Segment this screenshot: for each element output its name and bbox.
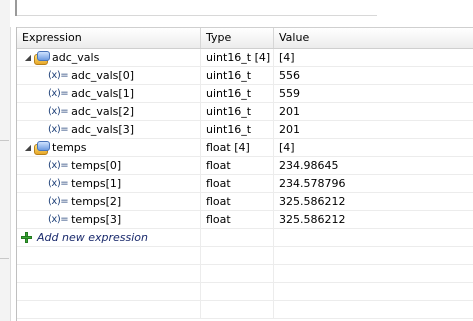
expression-name[interactable]: adc_vals[1] <box>71 85 134 102</box>
expression-name[interactable]: temps[2] <box>71 193 121 210</box>
value-cell[interactable]: 234.98645 <box>274 157 473 174</box>
expression-cell[interactable]: ◢ temps <box>17 139 201 156</box>
empty-cell <box>17 247 201 264</box>
tree-row-array[interactable]: ◢ adc_vals uint16_t [4] [4] <box>17 49 473 67</box>
empty-table-row <box>17 283 473 301</box>
left-panel-edge <box>0 0 11 321</box>
tree-row-element[interactable]: (x)= adc_vals[3] uint16_t 201 <box>17 121 473 139</box>
add-expression-label[interactable]: Add new expression <box>37 229 148 246</box>
empty-cell <box>274 247 473 264</box>
expression-name[interactable]: adc_vals[0] <box>71 67 134 84</box>
variable-element-icon: (x)= <box>48 88 69 99</box>
value-cell[interactable]: 201 <box>274 121 473 138</box>
empty-cell <box>17 265 201 282</box>
empty-cell <box>201 283 274 300</box>
variable-element-icon: (x)= <box>48 160 69 171</box>
type-cell: uint16_t <box>201 85 274 102</box>
empty-cell <box>17 301 201 318</box>
tree-row-element[interactable]: (x)= temps[2] float 325.586212 <box>17 193 473 211</box>
value-cell[interactable]: 559 <box>274 85 473 102</box>
expression-cell[interactable]: (x)= temps[2] <box>17 193 201 210</box>
expression-name[interactable]: adc_vals[3] <box>71 121 134 138</box>
type-cell: float <box>201 175 274 192</box>
expression-cell[interactable]: (x)= adc_vals[0] <box>17 67 201 84</box>
empty-table-row <box>17 265 473 283</box>
empty-value-cell <box>274 229 473 246</box>
view-toolbar-area <box>10 0 473 27</box>
column-header-type[interactable]: Type <box>201 28 274 48</box>
tree-row-element[interactable]: (x)= temps[3] float 325.586212 <box>17 211 473 229</box>
add-expression-cell[interactable]: Add new expression <box>17 229 201 246</box>
expression-name[interactable]: temps <box>52 139 87 156</box>
variable-element-icon: (x)= <box>48 106 69 117</box>
variable-element-icon: (x)= <box>48 70 69 81</box>
value-cell[interactable]: 325.586212 <box>274 211 473 228</box>
empty-table-row <box>17 301 473 319</box>
tree-row-element[interactable]: (x)= adc_vals[2] uint16_t 201 <box>17 103 473 121</box>
empty-cell <box>201 265 274 282</box>
empty-cell <box>274 301 473 318</box>
expression-cell[interactable]: (x)= temps[1] <box>17 175 201 192</box>
value-cell[interactable]: 556 <box>274 67 473 84</box>
type-cell: float [4] <box>201 139 274 156</box>
column-header-value[interactable]: Value <box>274 28 473 48</box>
value-cell[interactable]: 325.586212 <box>274 193 473 210</box>
panel-divider <box>0 140 9 141</box>
tree-row-element[interactable]: (x)= temps[1] float 234.578796 <box>17 175 473 193</box>
expression-cell[interactable]: (x)= temps[3] <box>17 211 201 228</box>
expressions-table: Expression Type Value ◢ adc_vals uint16_t … <box>16 27 473 321</box>
add-expression-row[interactable]: Add new expression <box>17 229 473 247</box>
empty-cell <box>274 265 473 282</box>
tree-row-element[interactable]: (x)= adc_vals[1] uint16_t 559 <box>17 85 473 103</box>
tab-underline <box>17 15 377 16</box>
variable-element-icon: (x)= <box>48 214 69 225</box>
expression-cell[interactable]: (x)= temps[0] <box>17 157 201 174</box>
value-cell[interactable]: [4] <box>274 49 473 66</box>
expression-name[interactable]: temps[3] <box>71 211 121 228</box>
empty-cell <box>201 301 274 318</box>
expression-cell[interactable]: ◢ adc_vals <box>17 49 201 66</box>
expand-twistie-icon[interactable]: ◢ <box>23 139 33 156</box>
expression-name[interactable]: temps[0] <box>71 157 121 174</box>
variable-element-icon: (x)= <box>48 196 69 207</box>
variable-array-icon <box>33 50 50 65</box>
expression-name[interactable]: temps[1] <box>71 175 121 192</box>
type-cell: float <box>201 211 274 228</box>
plus-icon <box>21 232 32 243</box>
tree-row-element[interactable]: (x)= temps[0] float 234.98645 <box>17 157 473 175</box>
type-cell: float <box>201 157 274 174</box>
expression-cell[interactable]: (x)= adc_vals[1] <box>17 85 201 102</box>
column-header-expression[interactable]: Expression <box>17 28 201 48</box>
value-cell[interactable]: 234.578796 <box>274 175 473 192</box>
empty-cell <box>17 283 201 300</box>
expand-twistie-icon[interactable]: ◢ <box>23 49 33 66</box>
variable-element-icon: (x)= <box>48 178 69 189</box>
value-cell[interactable]: [4] <box>274 139 473 156</box>
value-cell[interactable]: 201 <box>274 103 473 120</box>
table-header: Expression Type Value <box>17 27 473 49</box>
empty-cell <box>201 247 274 264</box>
variable-array-icon <box>33 140 50 155</box>
panel-divider <box>0 258 9 259</box>
type-cell: uint16_t <box>201 121 274 138</box>
tab-edge <box>15 0 17 16</box>
expression-cell[interactable]: (x)= adc_vals[3] <box>17 121 201 138</box>
expression-name[interactable]: adc_vals <box>52 49 99 66</box>
type-cell: uint16_t <box>201 103 274 120</box>
type-cell: uint16_t [4] <box>201 49 274 66</box>
tree-row-element[interactable]: (x)= adc_vals[0] uint16_t 556 <box>17 67 473 85</box>
empty-cell <box>274 283 473 300</box>
expression-name[interactable]: adc_vals[2] <box>71 103 134 120</box>
type-cell: uint16_t <box>201 67 274 84</box>
empty-table-row <box>17 247 473 265</box>
variable-element-icon: (x)= <box>48 124 69 135</box>
empty-type-cell <box>201 229 274 246</box>
tree-row-array[interactable]: ◢ temps float [4] [4] <box>17 139 473 157</box>
expression-cell[interactable]: (x)= adc_vals[2] <box>17 103 201 120</box>
type-cell: float <box>201 193 274 210</box>
